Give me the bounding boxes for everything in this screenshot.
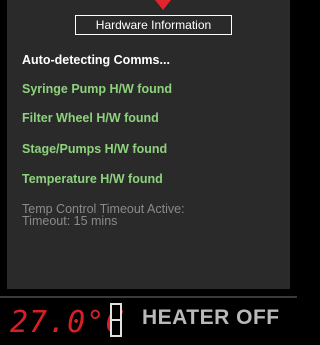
heater-indicator-icon — [110, 303, 122, 337]
heater-status: HEATER OFF — [142, 306, 280, 329]
timeout-message: Temp Control Timeout Active: Timeout: 15… — [22, 203, 282, 228]
filter-wheel-status: Filter Wheel H/W found — [22, 111, 159, 125]
divider — [0, 296, 297, 298]
status-bar: 27.0°C HEATER OFF — [0, 299, 297, 345]
timeout-duration: Timeout: 15 mins — [22, 214, 118, 228]
red-triangle-marker-icon — [155, 0, 171, 10]
stage-pumps-status: Stage/Pumps H/W found — [22, 142, 168, 156]
temperature-status: Temperature H/W found — [22, 172, 163, 186]
syringe-pump-status: Syringe Pump H/W found — [22, 82, 172, 96]
detecting-comms-message: Auto-detecting Comms... — [22, 53, 170, 67]
section-title: Hardware Information — [75, 15, 232, 35]
hardware-info-screen: Hardware Information Auto-detecting Comm… — [0, 0, 297, 345]
temperature-readout: 27.0°C — [10, 305, 125, 340]
